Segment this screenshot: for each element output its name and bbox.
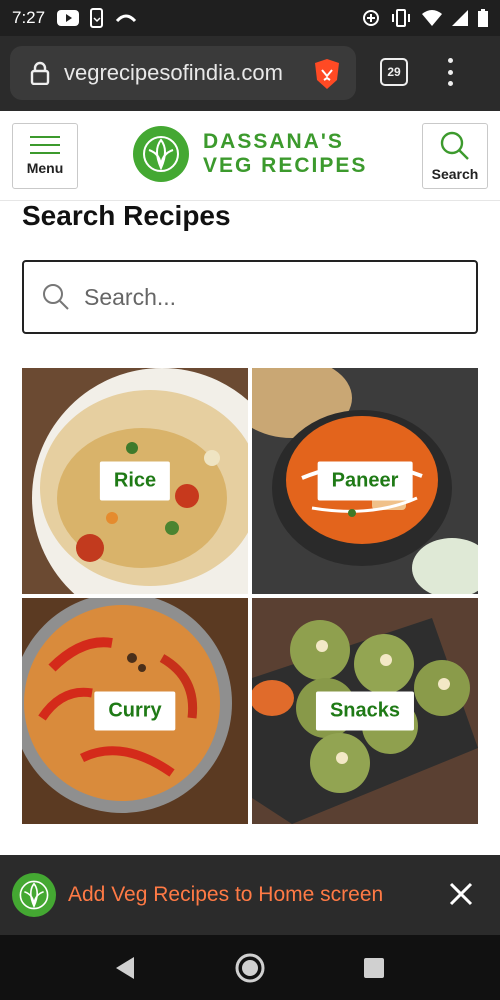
- recents-icon[interactable]: [362, 956, 386, 980]
- status-bar: 7:27: [0, 0, 500, 36]
- cell-signal-icon: [452, 10, 468, 26]
- back-icon[interactable]: [112, 955, 138, 981]
- tab-switcher-button[interactable]: 29: [380, 58, 408, 86]
- category-tile-snacks[interactable]: Snacks: [252, 598, 478, 824]
- category-label-paneer: Paneer: [317, 461, 413, 501]
- category-label-rice: Rice: [99, 461, 171, 501]
- category-tile-curry[interactable]: Curry: [22, 598, 248, 824]
- site-logo[interactable]: DASSANA'S VEG RECIPES: [133, 126, 367, 182]
- menu-button[interactable]: Menu: [12, 123, 78, 189]
- search-icon: [440, 131, 469, 160]
- menu-button-label: Menu: [26, 160, 64, 176]
- logo-line-2: VEG RECIPES: [203, 154, 368, 177]
- install-banner-text[interactable]: Add Veg Recipes to Home screen: [68, 883, 383, 907]
- youtube-icon: [57, 10, 80, 26]
- app-logo-icon: [12, 873, 56, 917]
- hamburger-icon: [30, 136, 60, 154]
- address-bar[interactable]: vegrecipesofindia.com: [10, 46, 356, 100]
- category-tile-rice[interactable]: Rice: [22, 368, 248, 594]
- logo-leaf-icon: [133, 126, 189, 182]
- vibrate-icon: [392, 9, 410, 27]
- close-icon[interactable]: [448, 881, 474, 907]
- search-icon: [43, 284, 69, 310]
- page-title: Search Recipes: [22, 200, 231, 231]
- battery-icon: [478, 9, 488, 27]
- add-to-homescreen-banner[interactable]: Add Veg Recipes to Home screen: [0, 855, 500, 935]
- logo-line-1: DASSANA'S: [203, 130, 344, 153]
- notification-icons: [57, 8, 137, 28]
- system-navigation-bar: [0, 935, 500, 1000]
- logo-wordmark: DASSANA'S VEG RECIPES: [203, 130, 367, 178]
- browser-menu-button[interactable]: [440, 58, 460, 86]
- category-label-curry: Curry: [94, 691, 176, 731]
- menu-dot: [447, 69, 453, 75]
- search-input[interactable]: [84, 283, 444, 311]
- phone-sync-icon: [90, 8, 104, 28]
- category-tile-paneer[interactable]: Paneer: [252, 368, 478, 594]
- category-label-snacks: Snacks: [315, 691, 415, 731]
- menu-dot: [447, 58, 453, 63]
- home-icon[interactable]: [234, 952, 266, 984]
- brave-shields-icon[interactable]: [312, 58, 342, 90]
- recipe-search-box[interactable]: [22, 260, 478, 334]
- system-icons: [362, 9, 488, 27]
- wifi-icon: [422, 10, 442, 26]
- url-text[interactable]: vegrecipesofindia.com: [64, 60, 284, 86]
- missed-call-icon: [115, 14, 137, 23]
- browser-toolbar: vegrecipesofindia.com 29: [0, 36, 500, 111]
- data-saver-icon: [363, 10, 379, 26]
- site-header: Menu DASSANA'S VEG RECIPES Search: [0, 111, 500, 201]
- search-button-label: Search: [431, 166, 479, 182]
- header-search-button[interactable]: Search: [422, 123, 488, 189]
- app-root: 7:27 vegrecipesofindia.com 29 Menu DASSA…: [0, 0, 500, 1000]
- menu-dot: [447, 81, 453, 86]
- status-time: 7:27: [12, 8, 46, 27]
- lock-icon: [30, 61, 50, 85]
